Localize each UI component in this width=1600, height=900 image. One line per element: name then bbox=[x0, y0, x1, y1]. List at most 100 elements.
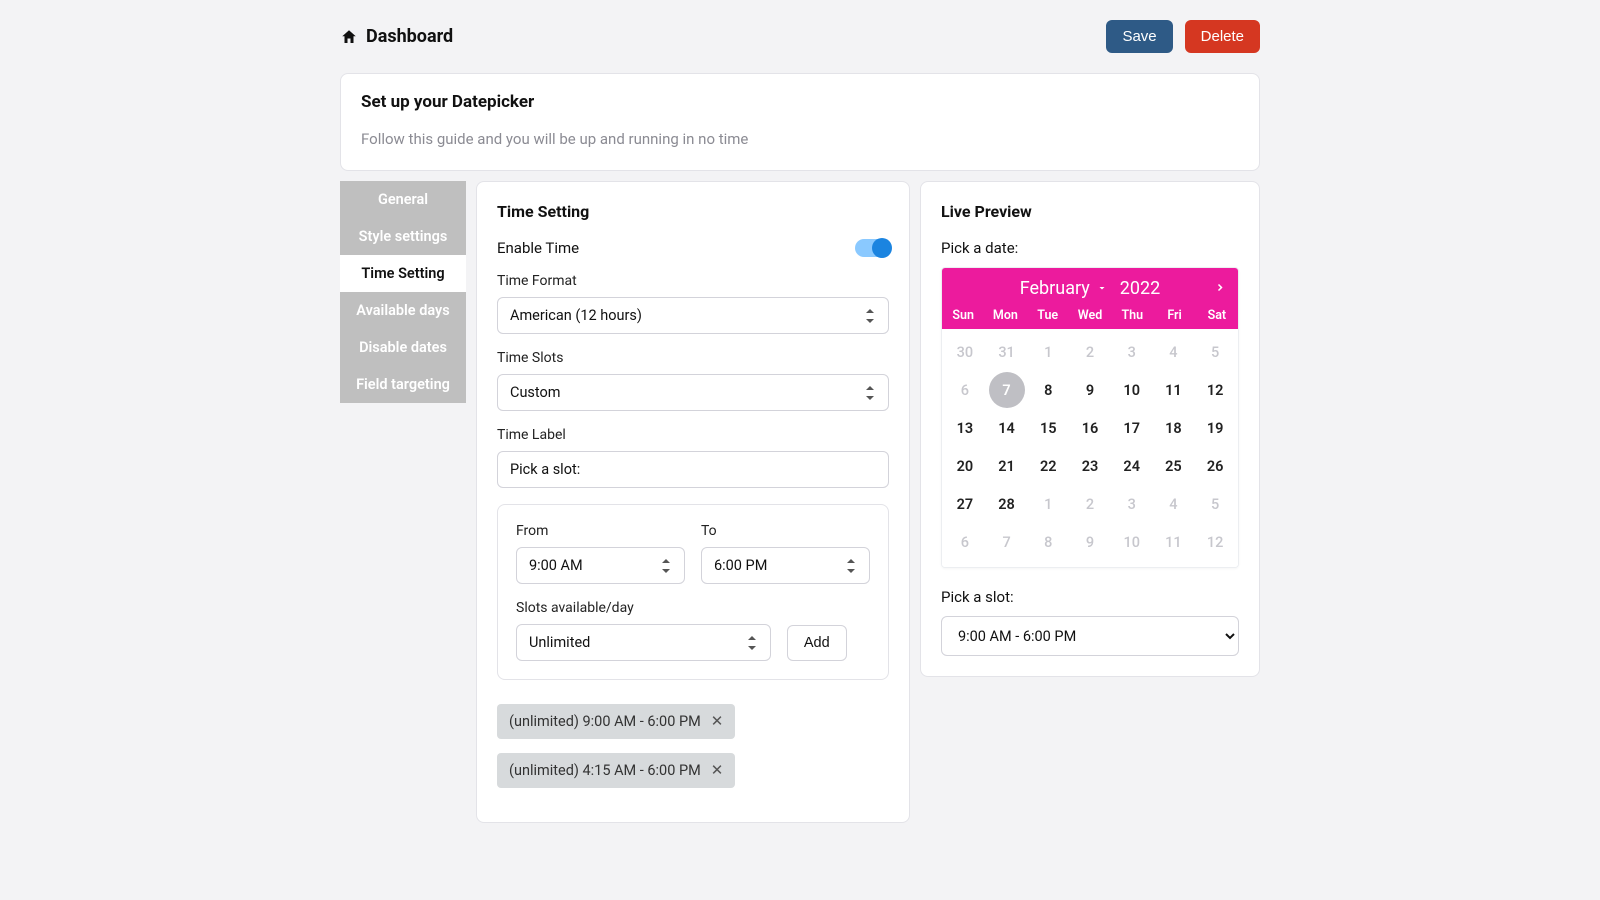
intro-card: Set up your Datepicker Follow this guide… bbox=[340, 73, 1260, 171]
calendar-day[interactable]: 28 bbox=[986, 485, 1028, 523]
calendar-day[interactable]: 12 bbox=[1194, 371, 1236, 409]
calendar-day: 2 bbox=[1069, 333, 1111, 371]
calendar-day: 3 bbox=[1111, 333, 1153, 371]
calendar-day[interactable]: 20 bbox=[944, 447, 986, 485]
calendar-day: 3 bbox=[1111, 485, 1153, 523]
to-select[interactable]: 6:00 PM bbox=[701, 547, 870, 584]
calendar-weekday: Fri bbox=[1153, 308, 1195, 323]
calendar-day: 30 bbox=[944, 333, 986, 371]
stepper-icon bbox=[662, 559, 672, 573]
chevron-down-icon bbox=[1096, 282, 1108, 294]
intro-title: Set up your Datepicker bbox=[361, 92, 1239, 112]
calendar-day[interactable]: 18 bbox=[1153, 409, 1195, 447]
calendar-month-select[interactable]: February bbox=[1020, 278, 1108, 299]
calendar-day[interactable]: 11 bbox=[1153, 371, 1195, 409]
pick-slot-label: Pick a slot: bbox=[941, 588, 1239, 606]
time-label-input[interactable] bbox=[497, 451, 889, 488]
calendar-day: 4 bbox=[1153, 485, 1195, 523]
calendar-day[interactable]: 21 bbox=[986, 447, 1028, 485]
delete-button[interactable]: Delete bbox=[1185, 20, 1260, 53]
enable-time-toggle[interactable] bbox=[855, 239, 889, 257]
sidebar-tab-style-settings[interactable]: Style settings bbox=[340, 218, 466, 255]
calendar-weekday: Wed bbox=[1069, 308, 1111, 323]
calendar-day: 10 bbox=[1111, 523, 1153, 561]
calendar-weekday: Sat bbox=[1196, 308, 1238, 323]
calendar-day: 7 bbox=[986, 523, 1028, 561]
calendar-next-button[interactable] bbox=[1214, 278, 1226, 299]
calendar-day: 11 bbox=[1153, 523, 1195, 561]
calendar-day[interactable]: 24 bbox=[1111, 447, 1153, 485]
calendar-year[interactable]: 2022 bbox=[1120, 278, 1160, 299]
slot-chip-label: (unlimited) 9:00 AM - 6:00 PM bbox=[509, 713, 701, 730]
from-value: 9:00 AM bbox=[529, 557, 583, 574]
save-button[interactable]: Save bbox=[1106, 20, 1172, 53]
calendar-day[interactable]: 13 bbox=[944, 409, 986, 447]
preview-card: Live Preview Pick a date: February 2022 bbox=[920, 181, 1260, 677]
intro-subtitle: Follow this guide and you will be up and… bbox=[361, 130, 1239, 148]
close-icon[interactable]: ✕ bbox=[711, 714, 724, 729]
sidebar-tab-available-days[interactable]: Available days bbox=[340, 292, 466, 329]
calendar-day: 6 bbox=[944, 523, 986, 561]
to-value: 6:00 PM bbox=[714, 557, 767, 574]
close-icon[interactable]: ✕ bbox=[711, 763, 724, 778]
from-select[interactable]: 9:00 AM bbox=[516, 547, 685, 584]
brand[interactable]: Dashboard bbox=[340, 26, 453, 47]
calendar-weekday: Tue bbox=[1027, 308, 1069, 323]
calendar-day[interactable]: 8 bbox=[1027, 371, 1069, 409]
calendar-day[interactable]: 16 bbox=[1069, 409, 1111, 447]
calendar-day: 6 bbox=[944, 371, 986, 409]
calendar-day[interactable]: 23 bbox=[1069, 447, 1111, 485]
slot-chip-label: (unlimited) 4:15 AM - 6:00 PM bbox=[509, 762, 701, 779]
calendar-day[interactable]: 14 bbox=[986, 409, 1028, 447]
calendar-day: 5 bbox=[1194, 333, 1236, 371]
calendar-day[interactable]: 10 bbox=[1111, 371, 1153, 409]
time-slots-value: Custom bbox=[510, 384, 561, 401]
calendar-day[interactable]: 25 bbox=[1153, 447, 1195, 485]
sidebar-tab-field-targeting[interactable]: Field targeting bbox=[340, 366, 466, 403]
calendar-day[interactable]: 17 bbox=[1111, 409, 1153, 447]
slots-avail-label: Slots available/day bbox=[516, 600, 771, 616]
calendar-day[interactable]: 7 bbox=[986, 371, 1028, 409]
stepper-icon bbox=[866, 386, 876, 400]
stepper-icon bbox=[748, 636, 758, 650]
calendar-day[interactable]: 9 bbox=[1069, 371, 1111, 409]
calendar-weekday: Sun bbox=[942, 308, 984, 323]
calendar-day: 12 bbox=[1194, 523, 1236, 561]
calendar-day[interactable]: 26 bbox=[1194, 447, 1236, 485]
time-label-label: Time Label bbox=[497, 427, 889, 443]
sidebar-tab-general[interactable]: General bbox=[340, 181, 466, 218]
sidebar-tab-time-setting[interactable]: Time Setting bbox=[340, 255, 466, 292]
calendar-weekday: Mon bbox=[984, 308, 1026, 323]
time-slots-select[interactable]: Custom bbox=[497, 374, 889, 411]
calendar-day[interactable]: 22 bbox=[1027, 447, 1069, 485]
slots-avail-select[interactable]: Unlimited bbox=[516, 624, 771, 661]
calendar-month: February bbox=[1020, 278, 1090, 299]
calendar-day: 5 bbox=[1194, 485, 1236, 523]
calendar-day: 9 bbox=[1069, 523, 1111, 561]
add-slot-button[interactable]: Add bbox=[787, 625, 847, 661]
stepper-icon bbox=[847, 559, 857, 573]
slot-select[interactable]: 9:00 AM - 6:00 PM bbox=[941, 616, 1239, 656]
calendar-weekday: Thu bbox=[1111, 308, 1153, 323]
time-format-select[interactable]: American (12 hours) bbox=[497, 297, 889, 334]
calendar-day[interactable]: 19 bbox=[1194, 409, 1236, 447]
enable-time-label: Enable Time bbox=[497, 239, 579, 257]
to-label: To bbox=[701, 523, 870, 539]
home-icon bbox=[340, 28, 358, 46]
slot-builder: From 9:00 AM To 6:00 PM bbox=[497, 504, 889, 680]
stepper-icon bbox=[866, 309, 876, 323]
sidebar-tab-disable-dates[interactable]: Disable dates bbox=[340, 329, 466, 366]
slot-chip: (unlimited) 9:00 AM - 6:00 PM ✕ bbox=[497, 704, 735, 739]
calendar-day: 1 bbox=[1027, 485, 1069, 523]
calendar-day[interactable]: 15 bbox=[1027, 409, 1069, 447]
calendar-day[interactable]: 27 bbox=[944, 485, 986, 523]
preview-title: Live Preview bbox=[941, 202, 1239, 221]
slot-chip: (unlimited) 4:15 AM - 6:00 PM ✕ bbox=[497, 753, 735, 788]
calendar-day: 4 bbox=[1153, 333, 1195, 371]
calendar-day: 2 bbox=[1069, 485, 1111, 523]
chevron-right-icon bbox=[1214, 282, 1226, 294]
brand-title: Dashboard bbox=[366, 26, 453, 47]
calendar-day: 1 bbox=[1027, 333, 1069, 371]
calendar: February 2022 SunMonTueWedThuFriSat 3031… bbox=[941, 267, 1239, 568]
sidebar: GeneralStyle settingsTime SettingAvailab… bbox=[340, 181, 466, 403]
